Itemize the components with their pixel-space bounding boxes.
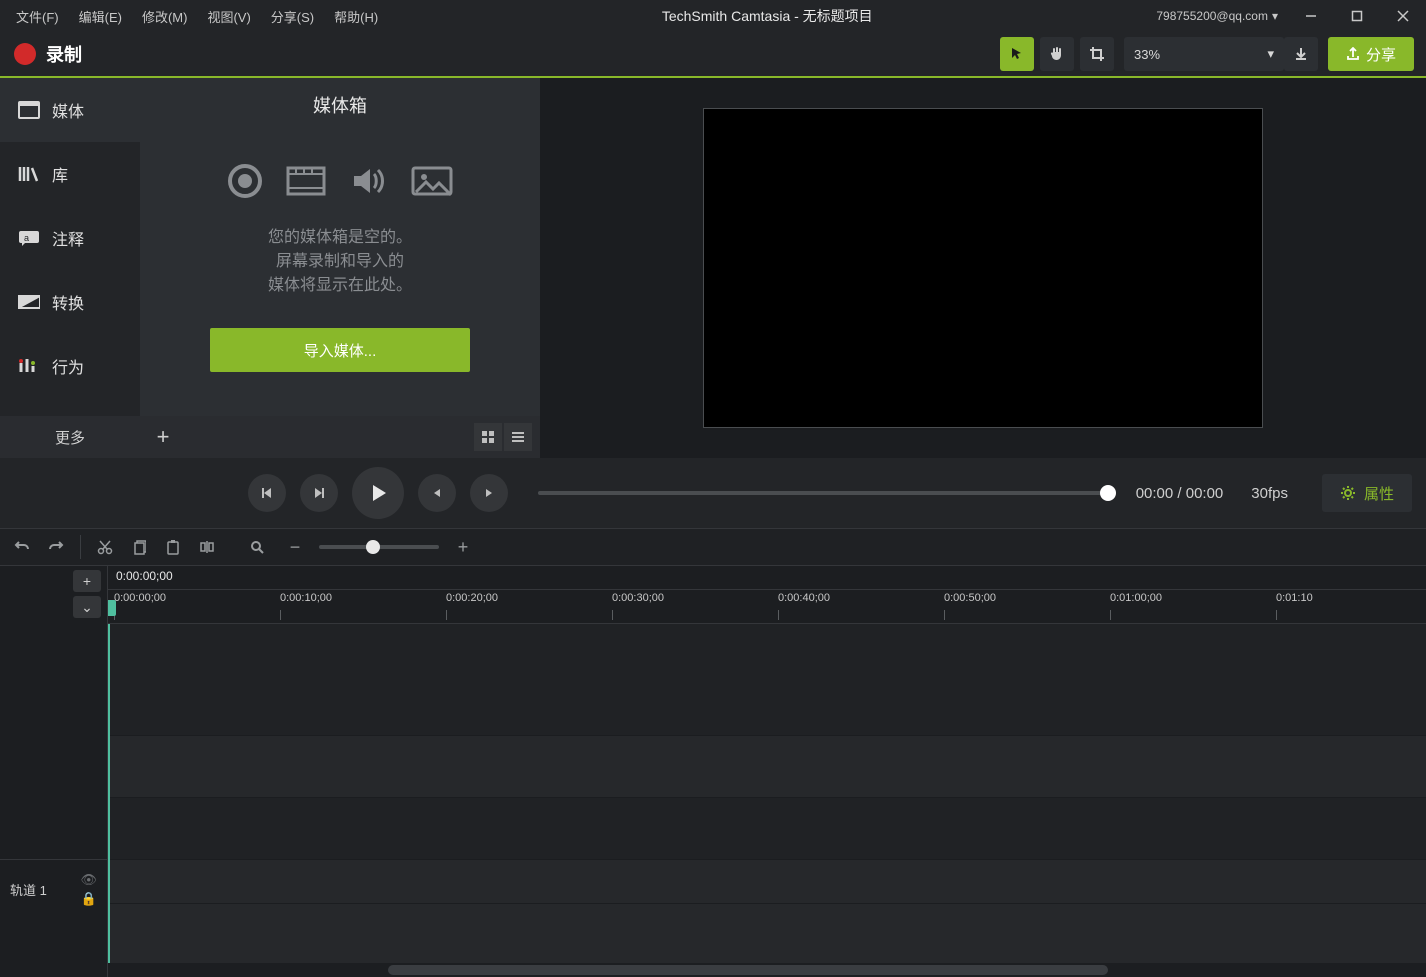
track-row[interactable] (108, 736, 1426, 798)
import-media-button[interactable]: 导入媒体... (210, 328, 470, 372)
zoom-out-button[interactable]: − (281, 533, 309, 561)
next-frame-button[interactable] (300, 474, 338, 512)
playback-controls: 00:00 / 00:00 30fps 属性 (0, 458, 1426, 528)
sidebar-item-behaviors[interactable]: 行为 (0, 334, 140, 398)
left-sidebar: 媒体 库 a 注释 转换 行为 更多 (0, 78, 140, 458)
preview-canvas[interactable] (703, 108, 1263, 428)
share-button[interactable]: 分享 (1328, 37, 1414, 71)
sidebar-more[interactable]: 更多 (0, 416, 140, 458)
select-tool[interactable] (1000, 37, 1034, 71)
empty-message: 您的媒体箱是空的。 屏幕录制和导入的 媒体将显示在此处。 (268, 226, 412, 298)
timecode-display: 00:00 / 00:00 (1136, 485, 1224, 502)
cut-button[interactable] (91, 533, 119, 561)
download-button[interactable] (1284, 37, 1318, 71)
menu-modify[interactable]: 修改(M) (132, 1, 198, 32)
track-1[interactable] (108, 798, 1426, 860)
track-row[interactable] (108, 860, 1426, 904)
sidebar-item-transitions[interactable]: 转换 (0, 270, 140, 334)
image-icon (410, 162, 454, 200)
track-area[interactable] (108, 624, 1426, 977)
track-row[interactable] (108, 624, 1426, 736)
zoom-dropdown[interactable]: 33% ▾ (1124, 37, 1284, 71)
sidebar-item-media[interactable]: 媒体 (0, 78, 140, 142)
menu-edit[interactable]: 编辑(E) (69, 1, 132, 32)
empty-media-icons (226, 162, 454, 200)
timeline-toolbar: − + (0, 528, 1426, 566)
track-1-header[interactable]: 轨道 1 👁 🔒 (0, 859, 107, 919)
window-title: TechSmith Camtasia - 无标题项目 (388, 6, 1146, 26)
annotation-icon: a (18, 229, 40, 247)
crop-tool[interactable] (1080, 37, 1114, 71)
chevron-down-icon: ▾ (1272, 9, 1278, 23)
record-button[interactable]: 录制 (0, 41, 96, 67)
scrub-slider[interactable] (538, 491, 1106, 495)
canvas-tools (1000, 37, 1114, 71)
menu-file[interactable]: 文件(F) (6, 1, 69, 32)
share-icon (1346, 47, 1360, 61)
timeline-header: 0:00:00;00 (108, 566, 1426, 590)
paste-button[interactable] (159, 533, 187, 561)
account-menu[interactable]: 798755200@qq.com ▾ (1146, 9, 1288, 23)
close-button[interactable] (1380, 0, 1426, 32)
zoom-search-icon (243, 533, 271, 561)
chevron-down-icon: ▾ (1267, 46, 1274, 62)
redo-button[interactable] (42, 533, 70, 561)
menu-share[interactable]: 分享(S) (261, 1, 324, 32)
prev-frame-button[interactable] (248, 474, 286, 512)
track-header-column: + ⌄ 轨道 1 👁 🔒 (0, 566, 108, 977)
prev-marker-button[interactable] (418, 474, 456, 512)
account-email: 798755200@qq.com (1156, 9, 1268, 23)
sidebar-item-annotations[interactable]: a 注释 (0, 206, 140, 270)
sidebar-item-library[interactable]: 库 (0, 142, 140, 206)
audio-icon (348, 162, 388, 200)
window-controls (1288, 0, 1426, 32)
menu-help[interactable]: 帮助(H) (324, 1, 388, 32)
library-icon (18, 165, 40, 183)
media-icon (18, 101, 40, 119)
properties-button[interactable]: 属性 (1322, 474, 1412, 512)
playhead[interactable] (108, 624, 110, 977)
add-track-button[interactable]: + (73, 570, 101, 592)
main-menu: 文件(F) 编辑(E) 修改(M) 视图(V) 分享(S) 帮助(H) (0, 1, 388, 32)
minimize-button[interactable] (1288, 0, 1334, 32)
record-circle-icon (226, 162, 264, 200)
zoom-in-button[interactable]: + (449, 533, 477, 561)
track-options-button[interactable]: ⌄ (73, 596, 101, 618)
zoom-value: 33% (1134, 47, 1160, 62)
undo-button[interactable] (8, 533, 36, 561)
behavior-icon (18, 357, 40, 375)
fps-display[interactable]: 30fps (1251, 485, 1288, 502)
main-toolbar: 录制 33% ▾ 分享 (0, 32, 1426, 78)
timeline-zoom: − + (243, 533, 477, 561)
copy-button[interactable] (125, 533, 153, 561)
play-button[interactable] (352, 467, 404, 519)
split-button[interactable] (193, 533, 221, 561)
timeline-ruler[interactable]: 0:00:00;00 0:00:10;00 0:00:20;00 0:00:30… (108, 590, 1426, 624)
panel-title: 媒体箱 (140, 78, 540, 132)
list-view-button[interactable] (504, 423, 532, 451)
menu-view[interactable]: 视图(V) (197, 1, 260, 32)
panel-footer: + (140, 416, 540, 458)
share-label: 分享 (1366, 44, 1396, 65)
canvas-area (540, 78, 1426, 458)
titlebar: 文件(F) 编辑(E) 修改(M) 视图(V) 分享(S) 帮助(H) Tech… (0, 0, 1426, 32)
pan-tool[interactable] (1040, 37, 1074, 71)
gear-icon (1340, 485, 1356, 501)
video-clip-icon (286, 162, 326, 200)
record-icon (14, 43, 36, 65)
record-label: 录制 (46, 41, 82, 67)
next-marker-button[interactable] (470, 474, 508, 512)
eye-icon[interactable]: 👁 (80, 872, 97, 888)
timeline-scrollbar[interactable] (108, 963, 1426, 977)
playhead-timecode: 0:00:00;00 (116, 569, 173, 583)
grid-view-button[interactable] (474, 423, 502, 451)
lock-icon[interactable]: 🔒 (80, 891, 97, 907)
zoom-slider[interactable] (319, 545, 439, 549)
add-media-button[interactable]: + (148, 422, 178, 452)
media-panel: 媒体箱 您的媒体箱是空的。 屏幕录制和导入的 媒体将显示在此处。 导入媒体...… (140, 78, 540, 458)
svg-text:a: a (24, 233, 29, 243)
maximize-button[interactable] (1334, 0, 1380, 32)
timeline: + ⌄ 轨道 1 👁 🔒 0:00:00;00 0:00:00;00 0:00:… (0, 566, 1426, 977)
transition-icon (18, 294, 40, 310)
